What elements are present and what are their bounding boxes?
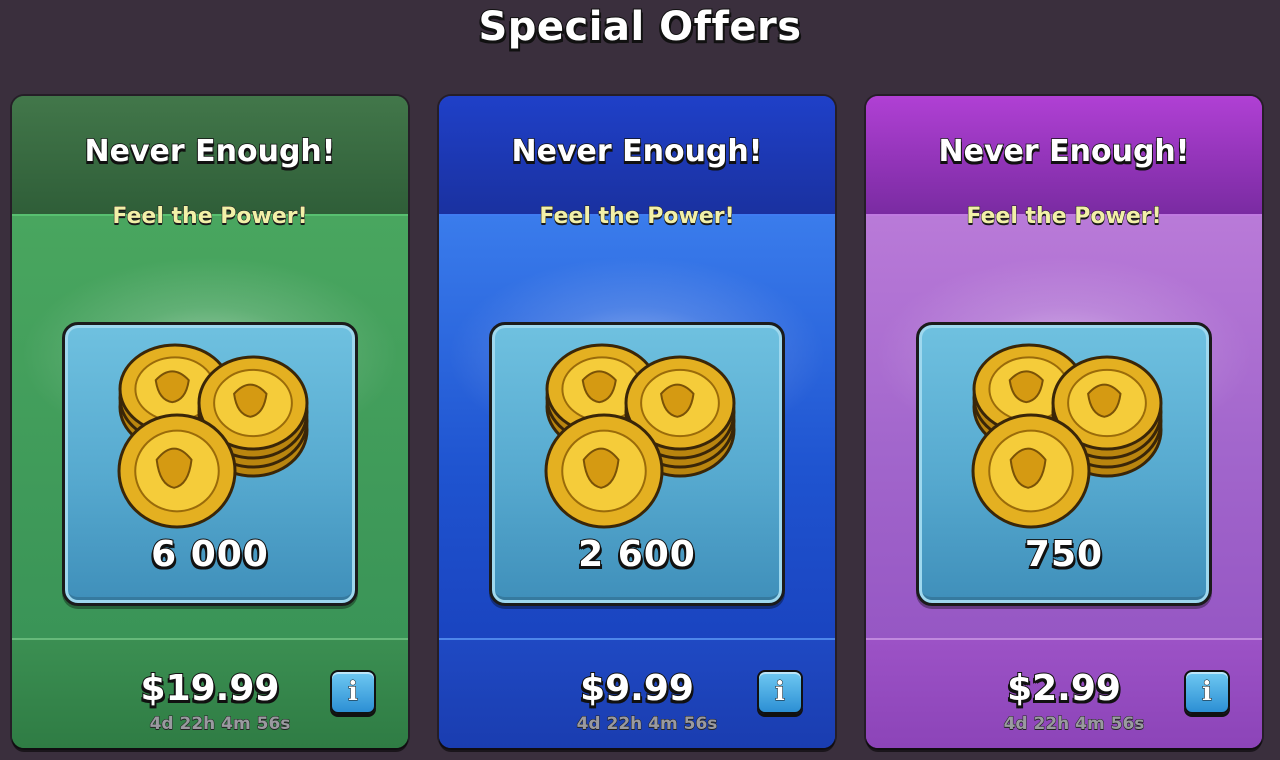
gold-coins-icon [971, 343, 1163, 529]
page-title: Special Offers [477, 3, 802, 51]
offer-header: Never Enough! [439, 96, 835, 214]
offer-subtitle: Feel the Power! [966, 204, 1162, 230]
offers-list: Never Enough! Feel the Power! 6 000 $19.… [0, 96, 1280, 750]
offer-card[interactable]: Never Enough! Feel the Power! 750 $2.99 … [866, 96, 1262, 748]
item-amount: 2 600 [577, 533, 696, 576]
info-button[interactable]: i [1184, 670, 1230, 714]
offer-timer: 4d 22h 4m 56s [576, 714, 718, 735]
offer-footer: $19.99 i 4d 22h 4m 56s [12, 640, 408, 748]
offer-card[interactable]: Never Enough! Feel the Power! 6 000 $19.… [12, 96, 408, 748]
offer-timer: 4d 22h 4m 56s [1003, 714, 1145, 735]
info-button[interactable]: i [330, 670, 376, 714]
offer-timer: 4d 22h 4m 56s [149, 714, 291, 735]
offer-subtitle: Feel the Power! [539, 204, 735, 230]
item-amount: 750 [1024, 533, 1104, 576]
offer-header: Never Enough! [12, 96, 408, 214]
info-button[interactable]: i [757, 670, 803, 714]
item-tile[interactable]: 6 000 [62, 322, 358, 606]
offer-footer: $2.99 i 4d 22h 4m 56s [866, 640, 1262, 748]
offer-title: Never Enough! [938, 133, 1190, 170]
offer-header: Never Enough! [866, 96, 1262, 214]
gold-coins-icon [117, 343, 309, 529]
item-amount: 6 000 [150, 533, 269, 576]
offer-subtitle: Feel the Power! [112, 204, 308, 230]
info-icon: i [348, 677, 359, 707]
item-tile[interactable]: 750 [916, 322, 1212, 606]
gold-coins-icon [544, 343, 736, 529]
item-tile[interactable]: 2 600 [489, 322, 785, 606]
info-icon: i [1202, 677, 1213, 707]
offer-footer: $9.99 i 4d 22h 4m 56s [439, 640, 835, 748]
offer-card[interactable]: Never Enough! Feel the Power! 2 600 $9.9… [439, 96, 835, 748]
offer-title: Never Enough! [511, 133, 763, 170]
offer-title: Never Enough! [84, 133, 336, 170]
info-icon: i [775, 677, 786, 707]
